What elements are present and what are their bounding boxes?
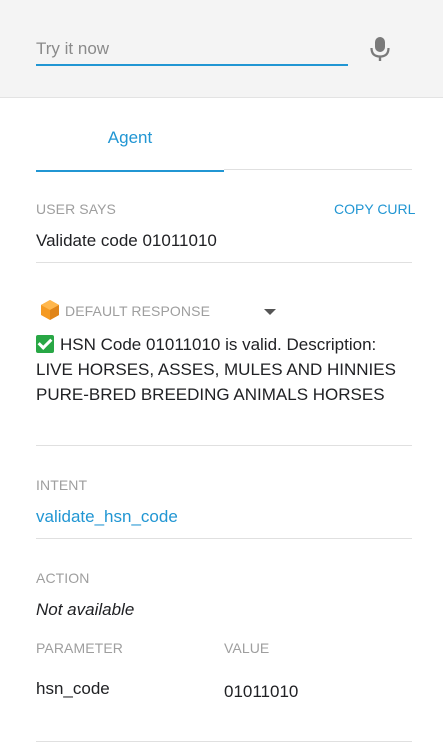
- user-says-value: Validate code 01011010: [36, 231, 217, 250]
- default-response-label: DEFAULT RESPONSE: [65, 303, 211, 319]
- tab-agent-label: Agent: [107, 128, 153, 147]
- response-line-text: HSN Code 01011010 is valid. Description:: [60, 335, 377, 354]
- value-header: VALUE: [224, 640, 270, 656]
- tab-divider: [224, 169, 412, 170]
- user-says-label: USER SAYS: [36, 201, 116, 217]
- tab-agent[interactable]: Agent: [36, 120, 224, 172]
- divider: [36, 538, 412, 539]
- try-it-bar: [0, 0, 443, 98]
- page: Agent USER SAYS COPY CURL Validate code …: [0, 0, 443, 743]
- response-text: HSN Code 01011010 is valid. Description:…: [36, 332, 412, 407]
- intent-label: INTENT: [36, 477, 88, 493]
- divider: [36, 741, 412, 742]
- response-line: HSN Code 01011010 is valid. Description:: [36, 332, 412, 357]
- parameter-header: PARAMETER: [36, 640, 123, 656]
- response-line: PURE-BRED BREEDING ANIMALS HORSES: [36, 385, 385, 404]
- parameter-name: hsn_code: [36, 679, 110, 698]
- try-it-input[interactable]: [36, 34, 348, 66]
- hexagon-icon: [40, 299, 60, 321]
- action-value: Not available: [36, 600, 135, 619]
- intent-link[interactable]: validate_hsn_code: [36, 507, 178, 527]
- check-mark-icon: [36, 335, 54, 353]
- microphone-icon[interactable]: [368, 35, 392, 63]
- chevron-down-icon[interactable]: [264, 309, 276, 315]
- divider: [36, 445, 412, 446]
- response-line: LIVE HORSES, ASSES, MULES AND HINNIES: [36, 360, 396, 379]
- parameter-value: 01011010: [224, 682, 299, 701]
- copy-curl-button[interactable]: COPY CURL: [334, 201, 415, 217]
- divider: [36, 262, 412, 263]
- action-label: ACTION: [36, 570, 90, 586]
